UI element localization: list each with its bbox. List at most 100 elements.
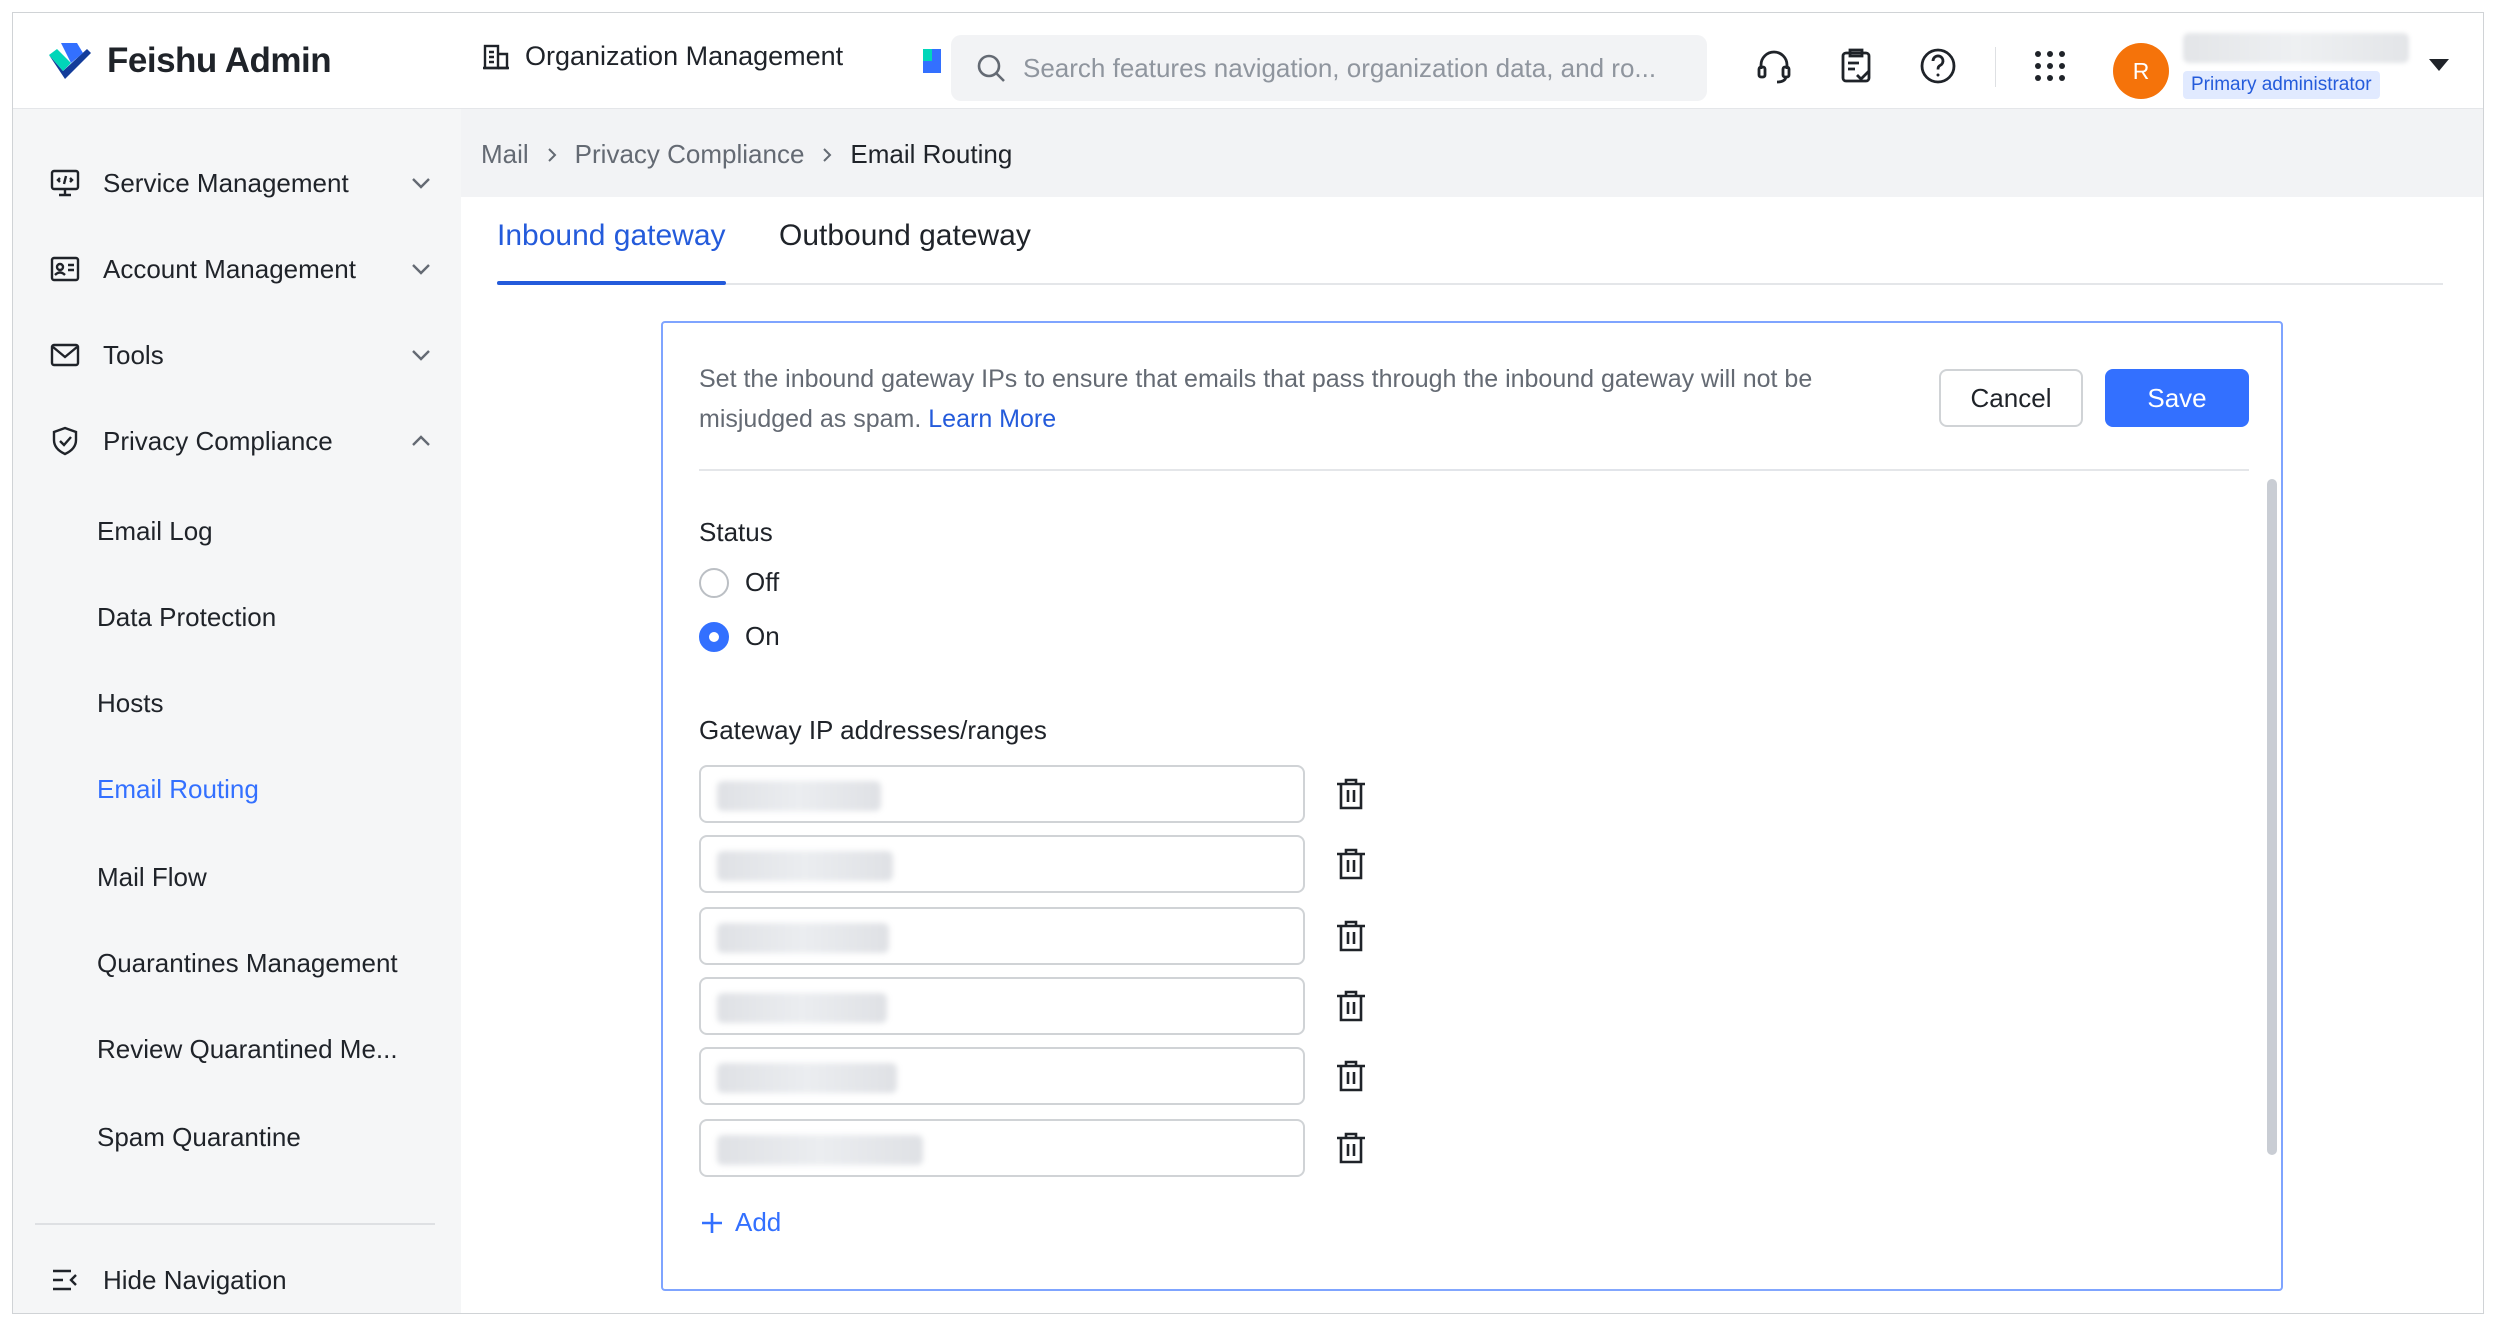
radio-off[interactable] [699,567,729,598]
trash-icon[interactable] [1333,1130,1369,1166]
help-icon[interactable] [1919,47,1957,85]
monitor-icon [50,169,80,197]
gateway-ip-input[interactable] [699,907,1305,965]
panel-description: Set the inbound gateway IPs to ensure th… [699,359,1899,439]
app-window: Feishu Admin Organization Management Sea… [12,12,2484,1314]
chevron-down-icon [412,178,430,189]
id-card-icon [50,256,80,282]
ip-row [699,977,1369,1035]
clipboard-check-icon[interactable] [1837,47,1875,85]
trash-icon[interactable] [1333,918,1369,954]
sidebar-item-mail-flow[interactable]: Mail Flow [97,847,207,907]
building-icon [483,44,509,69]
gateway-tabs: Inbound gateway Outbound gateway [497,197,2443,285]
sidebar-item-hosts[interactable]: Hosts [97,673,163,733]
breadcrumb-item-current: Email Routing [850,139,1013,169]
ip-row [699,1119,1369,1177]
sidebar-group-label: Privacy Compliance [103,425,333,456]
ip-row [699,907,1369,965]
app-logo[interactable]: Feishu Admin [47,41,332,81]
app-title: Feishu Admin [107,41,332,80]
ip-value-redacted [717,851,893,881]
sidebar-group-account-management[interactable]: Account Management [35,239,435,299]
learn-more-link[interactable]: Learn More [928,405,1056,433]
feishu-logo-icon [49,43,91,79]
sidebar-item-quarantines-management[interactable]: Quarantines Management [97,933,398,993]
user-menu-caret-icon[interactable] [2429,59,2449,71]
ip-value-redacted [717,1135,923,1165]
gateway-ip-input[interactable] [699,835,1305,893]
breadcrumb-item-privacy-compliance[interactable]: Privacy Compliance [575,139,805,170]
sidebar-group-label: Account Management [103,253,356,284]
hide-navigation-button[interactable]: Hide Navigation [35,1255,287,1305]
tab-label: Inbound gateway [497,219,726,252]
headset-icon[interactable] [1755,47,1793,85]
trash-icon[interactable] [1333,1058,1369,1094]
chevron-up-icon [412,435,430,446]
sidebar-group-service-management[interactable]: Service Management [35,153,435,213]
gateway-ip-input[interactable] [699,977,1305,1035]
radio-on[interactable] [699,621,729,652]
sidebar-item-data-protection[interactable]: Data Protection [97,587,276,647]
toolbar-divider [1995,47,1996,87]
tab-outbound-gateway[interactable]: Outbound gateway [779,219,1031,285]
ip-row [699,1047,1369,1105]
add-label: Add [735,1207,782,1237]
sidebar-divider [35,1223,435,1225]
sidebar-group-label: Service Management [103,167,349,198]
breadcrumb: Mail Privacy Compliance Email Routing [481,139,1012,170]
status-option-off[interactable]: Off [699,567,779,598]
ip-value-redacted [717,781,881,811]
user-name-redacted [2183,33,2409,63]
gateway-ip-input[interactable] [699,1047,1305,1105]
panel-scrollbar[interactable] [2267,479,2277,1155]
ip-value-redacted [717,993,887,1023]
content-card: Inbound gateway Outbound gateway Set the… [461,197,2483,1313]
radio-label-on: On [745,621,780,651]
tab-label: Outbound gateway [779,219,1031,252]
ip-row [699,835,1369,893]
sidebar-item-spam-quarantine[interactable]: Spam Quarantine [97,1107,301,1167]
inbound-gateway-panel: Set the inbound gateway IPs to ensure th… [661,321,2283,1291]
main-area: Mail Privacy Compliance Email Routing In… [461,109,2483,1313]
trash-icon[interactable] [1333,846,1369,882]
sidebar-item-review-quarantined[interactable]: Review Quarantined Me... [97,1019,398,1079]
gateway-ip-label: Gateway IP addresses/ranges [699,715,1047,745]
description-text: Set the inbound gateway IPs to ensure th… [699,365,1813,433]
gateway-ip-input[interactable] [699,1119,1305,1177]
sidebar-group-tools[interactable]: Tools [35,325,435,385]
mail-icon [50,343,80,367]
user-avatar[interactable]: R [2113,43,2169,99]
shield-icon [52,426,78,456]
chevron-right-icon [547,147,557,162]
search-input[interactable] [1023,52,1663,84]
sidebar-item-email-log[interactable]: Email Log [97,501,213,561]
sidebar-group-label: Tools [103,339,164,370]
ip-row [699,765,1369,823]
gateway-ip-input[interactable] [699,765,1305,823]
sidebar-item-email-routing[interactable]: Email Routing [97,759,259,819]
sidebar-group-privacy-compliance[interactable]: Privacy Compliance [35,411,435,471]
status-label: Status [699,517,773,547]
breadcrumb-item-mail[interactable]: Mail [481,139,529,170]
global-search[interactable] [951,35,1707,101]
chevron-down-icon [412,264,430,275]
cancel-button[interactable]: Cancel [1939,369,2083,427]
organization-management-label: Organization Management [525,41,844,71]
top-bar: Feishu Admin Organization Management Sea… [13,13,2483,109]
workspace-indicator-icon [923,49,941,73]
add-ip-button[interactable]: Add [699,1207,781,1238]
chevron-down-icon [412,350,430,361]
tab-inbound-gateway[interactable]: Inbound gateway [497,219,726,285]
search-icon [977,54,1005,82]
collapse-menu-icon [53,1269,77,1291]
save-button[interactable]: Save [2105,369,2249,427]
plus-icon [702,1212,722,1233]
trash-icon[interactable] [1333,776,1369,812]
trash-icon[interactable] [1333,988,1369,1024]
organization-management-link[interactable]: Organization Management [481,41,843,72]
active-tab-indicator [497,281,726,285]
status-option-on[interactable]: On [699,621,780,652]
chevron-right-icon [823,147,832,162]
app-grid-icon[interactable] [2031,47,2069,85]
